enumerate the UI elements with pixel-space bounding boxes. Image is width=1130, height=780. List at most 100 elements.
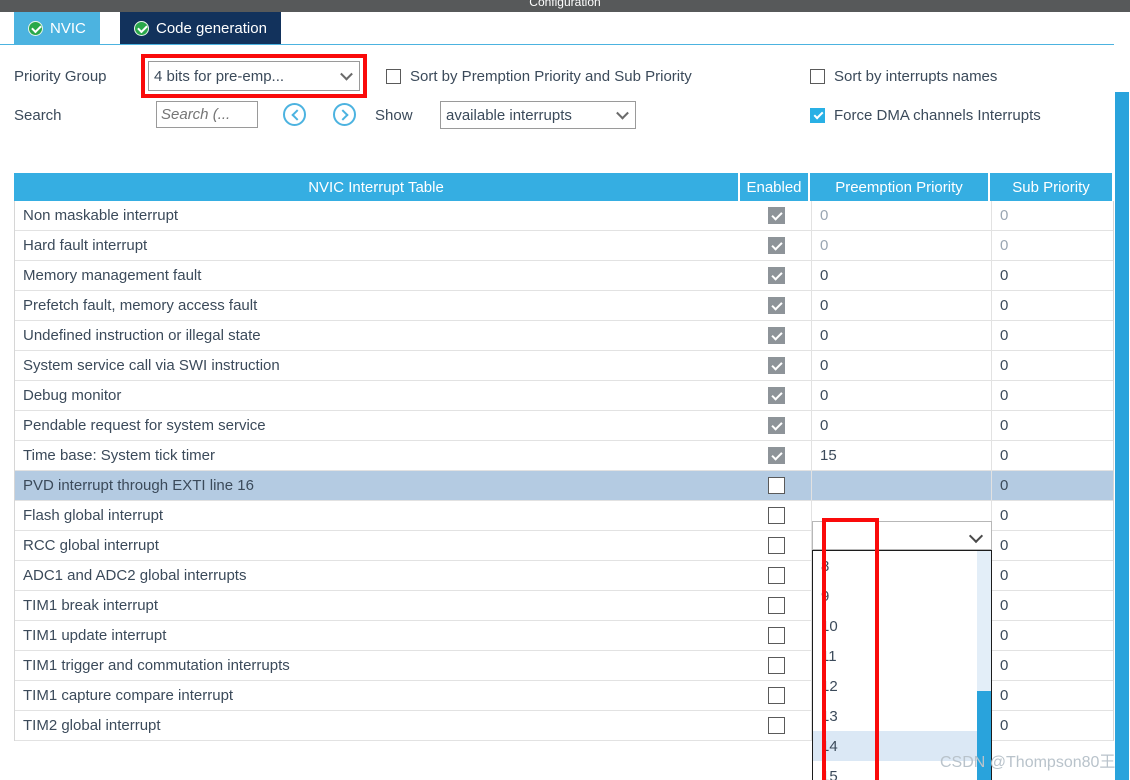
table-row[interactable]: Debug monitor 0 0 [15,381,1113,411]
cell-enabled[interactable] [741,201,811,230]
dropdown-option[interactable]: 12 [813,671,991,701]
priority-group-select[interactable]: 4 bits for pre-emp... [148,61,360,91]
column-header-sub-priority[interactable]: Sub Priority [990,173,1112,201]
cell-enabled[interactable] [741,501,811,530]
cell-sub-priority[interactable]: 0 [991,561,1113,590]
enabled-checkbox[interactable] [767,537,785,554]
force-dma-checkbox-row[interactable]: Force DMA channels Interrupts [810,107,1041,124]
cell-sub-priority[interactable]: 0 [991,321,1113,350]
cell-enabled[interactable] [741,561,811,590]
cell-enabled[interactable] [741,621,811,650]
cell-sub-priority[interactable]: 0 [991,681,1113,710]
enabled-checkbox[interactable] [767,297,785,314]
dropdown-option[interactable]: 13 [813,701,991,731]
table-row[interactable]: Pendable request for system service 0 0 [15,411,1113,441]
cell-enabled[interactable] [741,471,811,500]
dropdown-option[interactable]: 9 [813,581,991,611]
table-row[interactable]: Hard fault interrupt 0 0 [15,231,1113,261]
cell-enabled[interactable] [741,381,811,410]
cell-enabled[interactable] [741,531,811,560]
cell-enabled[interactable] [741,291,811,320]
cell-preemption-priority[interactable]: 15 [811,441,991,470]
cell-enabled[interactable] [741,441,811,470]
enabled-checkbox[interactable] [767,507,785,524]
column-header-enabled[interactable]: Enabled [740,173,810,201]
cell-preemption-priority[interactable]: 0 [811,231,991,260]
dropdown-scrollbar-thumb[interactable] [977,691,991,780]
enabled-checkbox[interactable] [767,687,785,704]
cell-preemption-priority[interactable]: 0 [811,321,991,350]
table-row[interactable]: Prefetch fault, memory access fault 0 0 [15,291,1113,321]
enabled-checkbox[interactable] [767,417,785,434]
cell-enabled[interactable] [741,711,811,740]
cell-sub-priority[interactable]: 0 [991,591,1113,620]
enabled-checkbox[interactable] [767,717,785,734]
sort-by-interrupts-names-checkbox-row[interactable]: Sort by interrupts names [810,68,997,85]
dropdown-option[interactable]: 8 [813,551,991,581]
cell-sub-priority[interactable]: 0 [991,261,1113,290]
cell-enabled[interactable] [741,351,811,380]
dropdown-option[interactable]: 15 [813,761,991,780]
cell-preemption-priority[interactable]: 0 [811,351,991,380]
cell-preemption-priority[interactable]: 0 [811,381,991,410]
table-row[interactable]: Time base: System tick timer 15 0 [15,441,1113,471]
cell-enabled[interactable] [741,231,811,260]
cell-sub-priority[interactable]: 0 [991,411,1113,440]
preemption-priority-editor-select[interactable] [812,521,992,550]
enabled-checkbox[interactable] [767,357,785,374]
cell-enabled[interactable] [741,321,811,350]
sort-by-interrupts-names-checkbox[interactable] [810,69,825,84]
cell-enabled[interactable] [741,651,811,680]
cell-enabled[interactable] [741,411,811,440]
cell-sub-priority[interactable]: 0 [991,231,1113,260]
column-header-preemption-priority[interactable]: Preemption Priority [810,173,990,201]
cell-enabled[interactable] [741,591,811,620]
cell-sub-priority[interactable]: 0 [991,711,1113,740]
chevron-left-circle-icon[interactable] [283,103,306,126]
enabled-checkbox[interactable] [767,387,785,404]
cell-sub-priority[interactable]: 0 [991,201,1113,230]
enabled-checkbox[interactable] [767,267,785,284]
show-filter-select[interactable]: available interrupts [440,101,636,129]
vertical-scrollbar-track[interactable] [1114,44,1130,780]
cell-preemption-priority[interactable] [811,471,991,500]
sort-by-premption-checkbox-row[interactable]: Sort by Premption Priority and Sub Prior… [386,68,692,85]
force-dma-checkbox[interactable] [810,108,825,123]
vertical-scrollbar-thumb[interactable] [1115,92,1129,780]
cell-sub-priority[interactable]: 0 [991,381,1113,410]
enabled-checkbox[interactable] [767,627,785,644]
column-header-name[interactable]: NVIC Interrupt Table [14,173,740,201]
table-row[interactable]: Non maskable interrupt 0 0 [15,201,1113,231]
cell-sub-priority[interactable]: 0 [991,651,1113,680]
tab-code-generation[interactable]: Code generation [120,12,281,44]
dropdown-option[interactable]: 14 [813,731,991,761]
preemption-priority-dropdown-list[interactable]: 8 9 10 11 12 13 14 15 [812,550,992,780]
chevron-right-circle-icon[interactable] [333,103,356,126]
enabled-checkbox[interactable] [767,207,785,224]
sort-by-premption-checkbox[interactable] [386,69,401,84]
dropdown-option[interactable]: 10 [813,611,991,641]
enabled-checkbox[interactable] [767,327,785,344]
cell-sub-priority[interactable]: 0 [991,531,1113,560]
enabled-checkbox[interactable] [767,657,785,674]
cell-preemption-priority[interactable]: 0 [811,411,991,440]
cell-sub-priority[interactable]: 0 [991,621,1113,650]
enabled-checkbox[interactable] [767,597,785,614]
search-input[interactable] [156,101,258,128]
cell-sub-priority[interactable]: 0 [991,291,1113,320]
enabled-checkbox[interactable] [767,237,785,254]
enabled-checkbox[interactable] [767,567,785,584]
cell-enabled[interactable] [741,261,811,290]
table-row[interactable]: Memory management fault 0 0 [15,261,1113,291]
enabled-checkbox[interactable] [767,477,785,494]
cell-enabled[interactable] [741,681,811,710]
cell-preemption-priority[interactable]: 0 [811,291,991,320]
enabled-checkbox[interactable] [767,447,785,464]
cell-sub-priority[interactable]: 0 [991,501,1113,530]
cell-sub-priority[interactable]: 0 [991,441,1113,470]
dropdown-scrollbar-track[interactable] [977,551,991,780]
table-row[interactable]: Undefined instruction or illegal state 0 0 [15,321,1113,351]
dropdown-option[interactable]: 11 [813,641,991,671]
tab-nvic[interactable]: NVIC [14,12,100,44]
cell-preemption-priority[interactable]: 0 [811,201,991,230]
